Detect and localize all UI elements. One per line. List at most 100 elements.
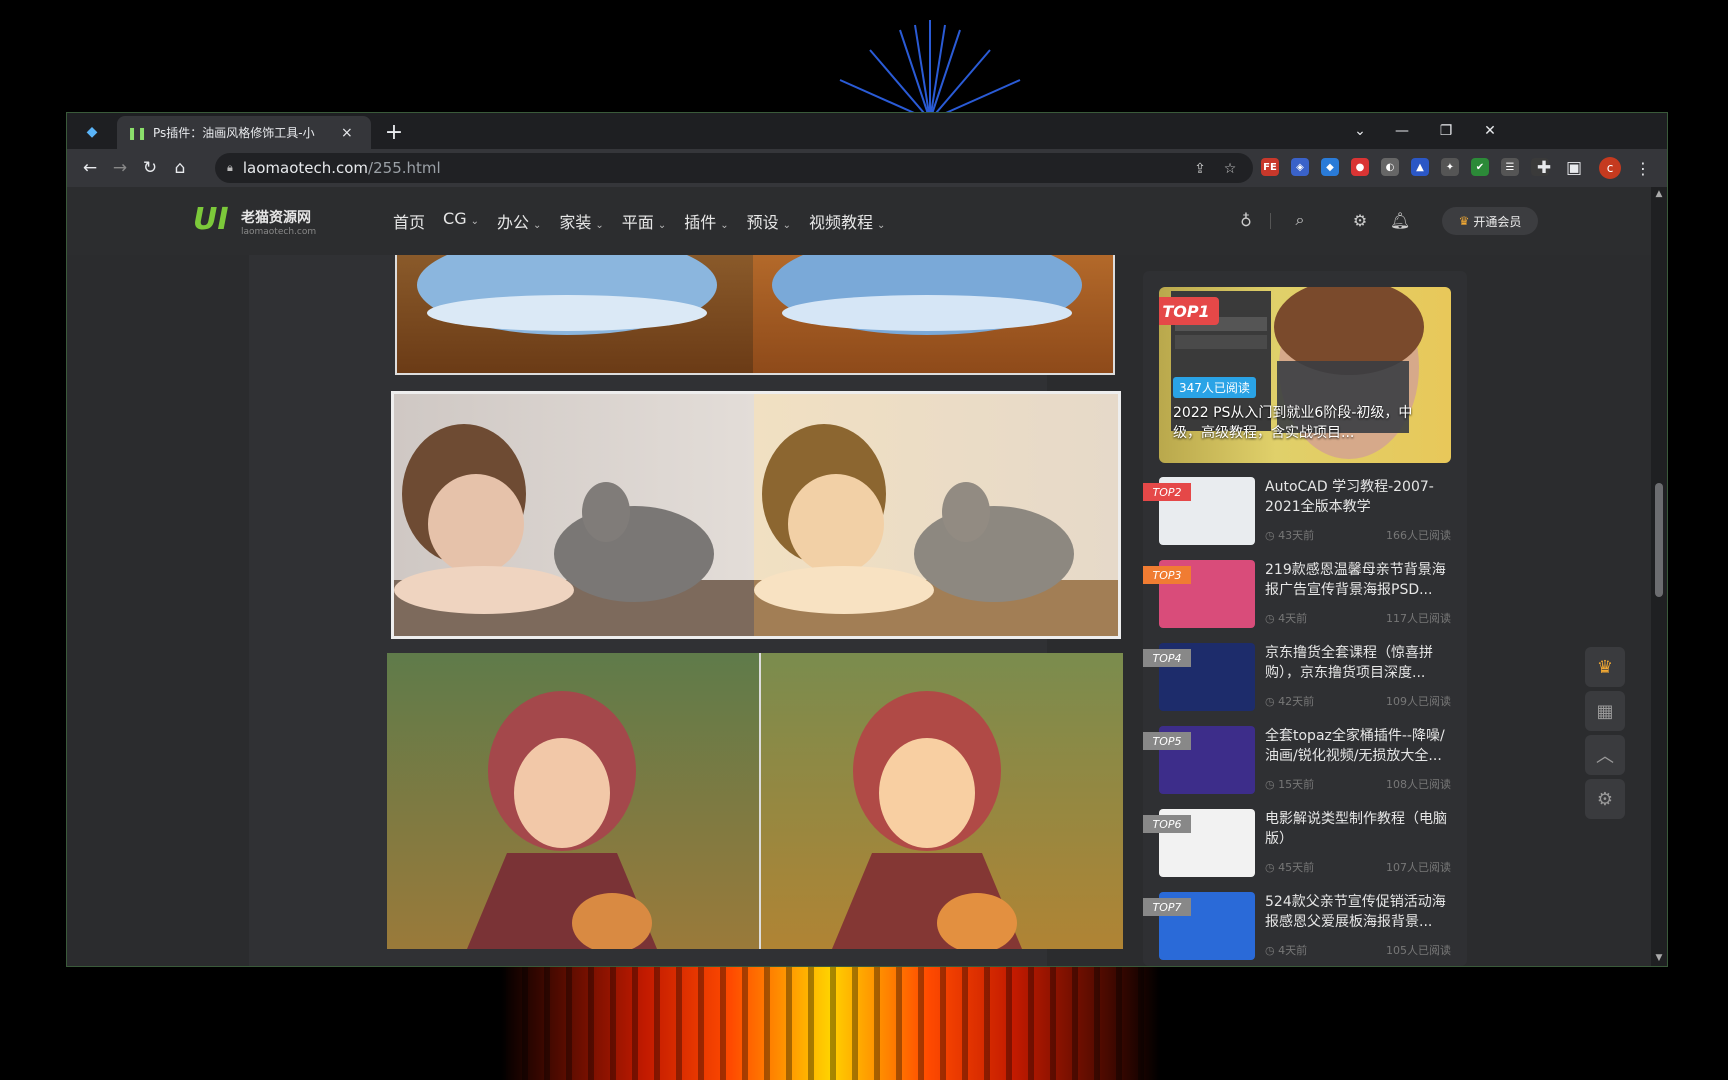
read-count: 107人已阅读 (1386, 861, 1451, 874)
ranking-list-item[interactable]: TOP7 524款父亲节宣传促销活动海报感恩父爱展板海报背景... ◷ 4天前 105… (1143, 892, 1451, 962)
rank-badge: TOP3 (1143, 566, 1191, 584)
home-icon[interactable]: ⌂ (167, 155, 193, 181)
minimize-button[interactable]: — (1387, 119, 1417, 143)
site-header: UI 老猫资源网 laomaotech.com 首页 CG ⌄ 办公 ⌄ 家装 ⌄ 平面 ⌄ 插件… (67, 187, 1651, 255)
post-time: ◷ 43天前 (1265, 529, 1315, 542)
record-extension-icon[interactable]: ● (1351, 158, 1369, 176)
site-logo-text[interactable]: 老猫资源网 (241, 207, 311, 227)
close-window-button[interactable]: ✕ (1475, 119, 1505, 143)
back-icon[interactable]: ← (77, 155, 103, 181)
pinned-tab[interactable]: ◆ (81, 121, 103, 143)
drop-extension-icon[interactable]: ▲ (1411, 158, 1429, 176)
restore-button[interactable]: ❐ (1431, 119, 1461, 143)
ranking-list-item[interactable]: TOP2 AutoCAD 学习教程-2007-2021全版本教学 ◷ 43天前 166… (1143, 477, 1451, 547)
check-extension-icon[interactable]: ✔ (1471, 158, 1489, 176)
ranking-title[interactable]: 524款父亲节宣传促销活动海报感恩父爱展板海报背景... (1265, 892, 1451, 932)
search-icon[interactable]: ⌕ (1289, 209, 1311, 231)
tab-title: Ps插件：油画风格修饰工具-小 (153, 126, 315, 140)
rank-badge: TOP7 (1143, 898, 1191, 916)
nav-item-label: 视频教程 (809, 213, 874, 232)
rank-badge: TOP6 (1143, 815, 1191, 833)
tab-close-icon[interactable]: × (341, 125, 353, 141)
browser-menu-icon[interactable]: ⋮ (1633, 157, 1653, 179)
chevron-down-icon: ⌄ (782, 220, 792, 231)
read-count: 109人已阅读 (1386, 695, 1451, 708)
extensions-puzzle-icon[interactable]: ✚ (1531, 155, 1557, 181)
ranking-list-item[interactable]: TOP3 219款感恩温馨母亲节背景海报广告宣传背景海报PSD... ◷ 4天前 11… (1143, 560, 1451, 630)
url-text: laomaotech.com/255.html (243, 159, 441, 177)
nav-item-2[interactable]: 办公 ⌄ (497, 209, 541, 233)
post-time: ◷ 4天前 (1265, 612, 1308, 625)
pin-extension-icon[interactable]: ✦ (1441, 158, 1459, 176)
settings-gear-icon[interactable]: ⚙ (1349, 209, 1371, 231)
qrcode-icon[interactable]: ▦ (1585, 691, 1625, 731)
nav-item-0[interactable]: 首页 (393, 209, 425, 233)
rank-badge: TOP2 (1143, 483, 1191, 501)
scroll-down-arrow-icon[interactable]: ▼ (1654, 953, 1664, 963)
post-time: ◷ 4天前 (1265, 944, 1308, 957)
side-panel-icon[interactable]: ▣ (1561, 155, 1587, 181)
ranking-list-item[interactable]: TOP4 京东撸货全套课程（惊喜拼购），京东撸货项目深度... ◷ 42天前 109人… (1143, 643, 1451, 713)
share-icon[interactable]: ⇪ (1189, 158, 1211, 180)
diamond-extension-icon[interactable]: ◆ (1321, 158, 1339, 176)
ranking-title[interactable]: AutoCAD 学习教程-2007-2021全版本教学 (1265, 477, 1451, 517)
swirl-extension-icon[interactable]: ◐ (1381, 158, 1399, 176)
nav-item-6[interactable]: 预设 ⌄ (747, 209, 791, 233)
shield-extension-icon[interactable]: ◈ (1291, 158, 1309, 176)
forward-icon[interactable]: → (107, 155, 133, 181)
page-scrollbar[interactable]: ▲ ▼ (1651, 187, 1667, 966)
scroll-up-arrow-icon[interactable]: ▲ (1654, 189, 1664, 199)
reads-badge: 347人已阅读 (1173, 377, 1256, 398)
url-host: laomaotech.com (242, 159, 369, 177)
profile-avatar[interactable]: c (1599, 157, 1621, 179)
ranking-title[interactable]: 219款感恩温馨母亲节背景海报广告宣传背景海报PSD... (1265, 560, 1451, 600)
nav-item-4[interactable]: 平面 ⌄ (622, 209, 666, 233)
list-extension-icon[interactable]: ☰ (1501, 158, 1519, 176)
nav-item-label: 插件 (684, 213, 717, 232)
nav-item-label: 平面 (621, 213, 654, 232)
lightbulb-icon[interactable]: ♁ (1235, 209, 1257, 231)
bookmark-star-icon[interactable]: ☆ (1219, 158, 1241, 180)
nav-item-label: 预设 (746, 213, 779, 232)
back-to-top-icon[interactable]: ︿ (1585, 735, 1625, 775)
new-tab-button[interactable]: + (381, 119, 407, 145)
ranking-title[interactable]: 全套topaz全家桶插件--降噪/油画/锐化视频/无损放大全... (1265, 726, 1451, 766)
tab-search-icon[interactable]: ⌄ (1345, 119, 1375, 143)
nav-item-label: CG (443, 209, 467, 228)
firework-wallpaper (839, 20, 1021, 120)
theme-settings-icon[interactable]: ⚙ (1585, 779, 1625, 819)
active-tab[interactable]: ❚❚ Ps插件：油画风格修饰工具-小 × (117, 116, 371, 149)
nav-item-5[interactable]: 插件 ⌄ (684, 209, 728, 233)
site-logo-icon[interactable]: UI (193, 203, 233, 237)
site-favicon-icon: ❚❚ (126, 125, 148, 140)
page-viewport: UI 老猫资源网 laomaotech.com 首页 CG ⌄ 办公 ⌄ 家装 ⌄ 平面 ⌄ 插件… (67, 187, 1651, 966)
ranking-title[interactable]: 京东撸货全套课程（惊喜拼购），京东撸货项目深度... (1265, 643, 1451, 683)
chevron-down-icon: ⌄ (657, 220, 667, 231)
nav-item-label: 办公 (496, 213, 529, 232)
notification-bell-icon[interactable]: 🔔︎ (1389, 209, 1411, 231)
read-count: 108人已阅读 (1386, 778, 1451, 791)
chevron-down-icon: ⌄ (595, 220, 604, 231)
rank-badge: TOP4 (1143, 649, 1191, 667)
fe-extension-icon[interactable]: FE (1261, 158, 1279, 176)
top1-card[interactable]: TOP1 347人已阅读 2022 PS从入门到就业6阶段-初级，中级，高级教程… (1159, 287, 1451, 463)
nav-item-3[interactable]: 家装 ⌄ (559, 209, 603, 233)
vip-membership-button[interactable]: ♛ 开通会员 (1442, 207, 1538, 235)
post-time: ◷ 15天前 (1265, 778, 1315, 791)
main-nav: 首页 CG ⌄ 办公 ⌄ 家装 ⌄ 平面 ⌄ 插件 ⌄ 预设 ⌄ 视频教程 ⌄ (393, 209, 903, 233)
reload-icon[interactable]: ↻ (137, 155, 163, 181)
lock-icon: 🔒︎ (227, 161, 233, 174)
tab-strip: ◆ ❚❚ Ps插件：油画风格修饰工具-小 × + ⌄ — ❐ ✕ (67, 113, 1667, 149)
ranking-list-item[interactable]: TOP6 电影解说类型制作教程（电脑版） ◷ 45天前 107人已阅读 (1143, 809, 1451, 879)
nav-item-label: 家装 (559, 213, 592, 232)
scroll-thumb[interactable] (1655, 483, 1663, 597)
nav-item-7[interactable]: 视频教程 ⌄ (809, 209, 885, 233)
vip-crown-float-button[interactable]: ♛ (1585, 647, 1625, 687)
address-bar[interactable]: 🔒︎ laomaotech.com/255.html ⇪ ☆ (215, 153, 1253, 183)
top1-title[interactable]: 2022 PS从入门到就业6阶段-初级，中级，高级教程，含实战项目... (1173, 403, 1437, 443)
chevron-down-icon: ⌄ (533, 220, 542, 231)
ranking-title[interactable]: 电影解说类型制作教程（电脑版） (1265, 809, 1451, 849)
nav-item-1[interactable]: CG ⌄ (443, 209, 479, 233)
chevron-down-icon: ⌄ (470, 216, 479, 227)
ranking-list-item[interactable]: TOP5 全套topaz全家桶插件--降噪/油画/锐化视频/无损放大全... ◷ 1… (1143, 726, 1451, 796)
